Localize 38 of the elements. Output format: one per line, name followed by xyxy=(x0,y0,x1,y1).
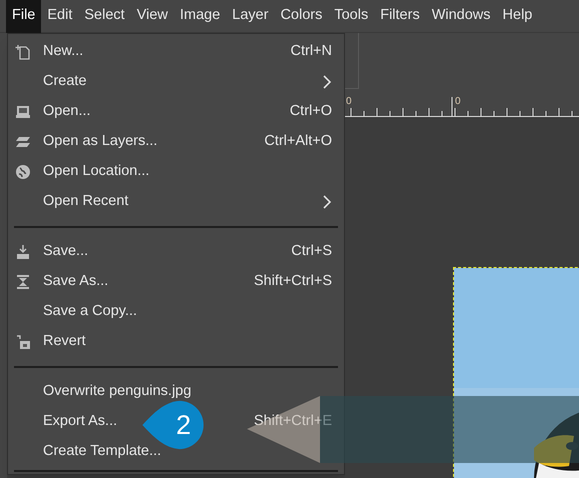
menu-entry[interactable]: New... xyxy=(43,41,84,63)
menu-item[interactable]: Image xyxy=(174,0,226,32)
menu-entry[interactable]: Export As... xyxy=(43,411,118,433)
menu-entry[interactable]: Open as Layers... xyxy=(43,131,158,153)
menu-item[interactable]: Edit xyxy=(41,0,78,32)
menu-item[interactable]: Filters xyxy=(374,0,426,32)
menu-item[interactable]: View xyxy=(130,0,174,32)
shortcut-text: Ctrl+O xyxy=(290,102,332,122)
menu-entry[interactable]: Save... xyxy=(43,241,88,263)
monitor-icon xyxy=(15,104,31,120)
ruler-label: 0 xyxy=(455,95,461,109)
menu-entry[interactable]: Open... xyxy=(43,101,91,123)
menu-item[interactable]: Windows xyxy=(426,0,497,32)
menu-entry[interactable]: Open Location... xyxy=(43,161,150,183)
menu-entry[interactable]: Overwrite penguins.jpg xyxy=(43,381,192,403)
menu-entry[interactable]: Save As... xyxy=(43,271,108,293)
tab-panel xyxy=(345,33,359,89)
ruler-label: 0 xyxy=(346,95,352,109)
revert-icon xyxy=(15,334,31,350)
menu-item[interactable]: File xyxy=(6,0,42,32)
new-file-icon xyxy=(15,44,31,60)
shortcut-text: Ctrl+N xyxy=(290,42,332,62)
shortcut-text: Shift+Ctrl+S xyxy=(254,272,332,292)
shortcut-text: Ctrl+S xyxy=(291,242,332,262)
shortcut-text: Ctrl+Alt+O xyxy=(264,132,332,152)
menu-entry[interactable]: Create xyxy=(43,71,87,93)
hourglass-icon xyxy=(15,274,31,290)
menu-entry[interactable]: Save a Copy... xyxy=(43,301,138,323)
download-icon xyxy=(15,244,31,260)
menu-item[interactable]: Colors xyxy=(274,0,328,32)
menu-item[interactable]: Tools xyxy=(328,0,374,32)
menu-item[interactable]: Help xyxy=(496,0,538,32)
menu-item[interactable]: Select xyxy=(78,0,131,32)
menu-entry[interactable]: Revert xyxy=(43,331,86,353)
layers-icon xyxy=(15,134,31,150)
menu-item[interactable]: Layer xyxy=(226,0,274,32)
globe-icon xyxy=(15,164,31,180)
menu-entry[interactable]: Open Recent xyxy=(43,191,128,213)
